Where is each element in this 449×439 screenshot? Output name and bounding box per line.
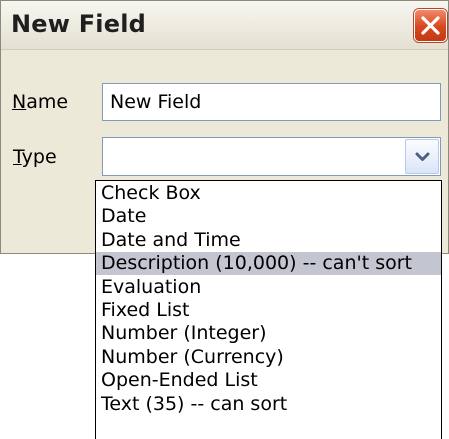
name-label: Name	[12, 91, 69, 113]
dropdown-button[interactable]	[405, 139, 439, 174]
dropdown-option[interactable]: Check Box	[96, 182, 441, 205]
dropdown-option[interactable]: Date and Time	[96, 229, 441, 252]
dropdown-option[interactable]: Fixed List	[96, 299, 441, 322]
dropdown-option[interactable]: Open-Ended List	[96, 369, 441, 392]
chevron-down-icon	[415, 152, 430, 161]
type-dropdown-list[interactable]: Check Box Date Date and Time Description (1…	[95, 180, 442, 439]
type-select[interactable]	[102, 137, 441, 176]
dropdown-option[interactable]: Number (Integer)	[96, 322, 441, 345]
name-input[interactable]: New Field	[102, 83, 441, 121]
dropdown-option[interactable]: Text (35) -- can sort	[96, 393, 441, 416]
dropdown-option[interactable]: Description (10,000) -- can't sort	[96, 252, 441, 276]
dropdown-option[interactable]: Date	[96, 205, 441, 228]
dialog-title: New Field	[11, 10, 146, 38]
type-label: Type	[13, 146, 57, 168]
title-bar[interactable]: New Field	[1, 1, 448, 50]
close-button[interactable]	[414, 9, 447, 42]
dropdown-option[interactable]: Number (Currency)	[96, 346, 441, 369]
dropdown-option[interactable]: Evaluation	[96, 276, 441, 299]
close-icon	[421, 16, 440, 35]
